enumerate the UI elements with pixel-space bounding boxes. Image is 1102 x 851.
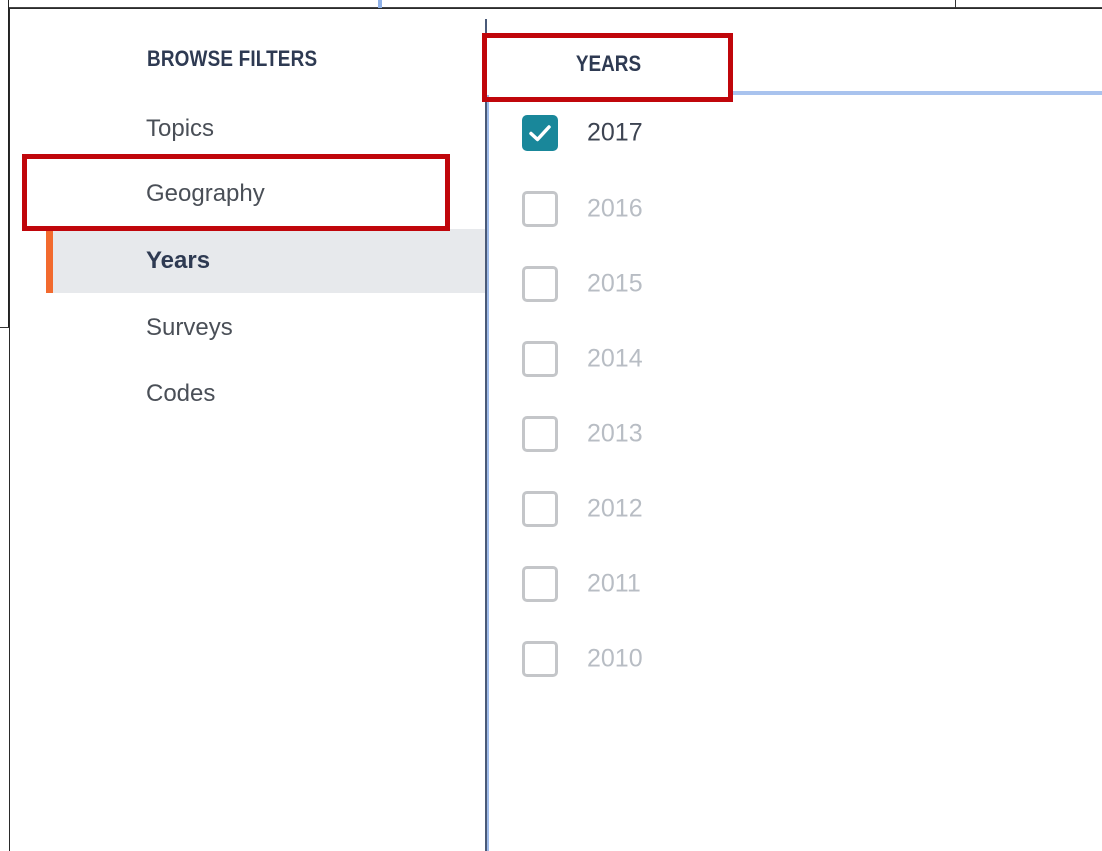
year-option-2010[interactable]: 2010 xyxy=(522,635,822,683)
year-option-2015[interactable]: 2015 xyxy=(522,260,822,308)
content-header: YEARS xyxy=(487,9,1102,95)
year-checkbox[interactable] xyxy=(522,341,558,377)
sidebar-item-label: Geography xyxy=(146,180,265,207)
year-label: 2017 xyxy=(587,118,643,147)
year-option-2016[interactable]: 2016 xyxy=(522,185,822,233)
year-label: 2013 xyxy=(587,419,643,448)
year-option-2014[interactable]: 2014 xyxy=(522,335,822,383)
sidebar-item-label: Surveys xyxy=(146,314,233,341)
background-window-divider xyxy=(0,327,9,328)
year-checkbox[interactable] xyxy=(522,115,558,151)
year-label: 2010 xyxy=(587,644,643,673)
year-label: 2011 xyxy=(587,569,641,598)
content-left-border xyxy=(487,95,489,851)
background-window-top xyxy=(0,0,1102,8)
tab-years[interactable]: YEARS xyxy=(487,35,730,93)
year-checkbox[interactable] xyxy=(522,566,558,602)
year-option-2013[interactable]: 2013 xyxy=(522,410,822,458)
sidebar-item-surveys[interactable]: Surveys xyxy=(46,296,487,360)
year-checkbox[interactable] xyxy=(522,416,558,452)
year-option-2012[interactable]: 2012 xyxy=(522,485,822,533)
background-window-left xyxy=(0,0,9,328)
sidebar-item-geography[interactable]: Geography xyxy=(46,162,487,226)
sidebar-item-label: Topics xyxy=(146,115,215,142)
sidebar-item-years[interactable]: Years xyxy=(46,229,487,293)
year-checkbox[interactable] xyxy=(522,491,558,527)
year-option-2017[interactable]: 2017 xyxy=(522,109,822,157)
background-blue-mark xyxy=(378,0,382,8)
sidebar-item-topics[interactable]: Topics xyxy=(46,97,487,161)
active-indicator xyxy=(46,229,53,293)
screenshot-stage: BROWSE FILTERS Topics Geography Years Su… xyxy=(0,0,1102,851)
year-checkbox[interactable] xyxy=(522,641,558,677)
year-label: 2016 xyxy=(587,194,643,223)
year-label: 2015 xyxy=(587,269,643,298)
sidebar-item-label: Years xyxy=(146,247,211,274)
year-checkbox[interactable] xyxy=(522,266,558,302)
filter-sidebar: BROWSE FILTERS Topics Geography Years Su… xyxy=(10,9,487,851)
tab-label: YEARS xyxy=(575,51,642,76)
browse-filters-panel: BROWSE FILTERS Topics Geography Years Su… xyxy=(9,8,1102,851)
year-checkbox[interactable] xyxy=(522,191,558,227)
year-label: 2014 xyxy=(587,344,643,373)
sidebar-item-label: Codes xyxy=(146,380,216,407)
check-icon xyxy=(529,125,551,142)
year-option-2011[interactable]: 2011 xyxy=(522,560,822,608)
year-label: 2012 xyxy=(587,494,643,523)
sidebar-item-codes[interactable]: Codes xyxy=(46,362,487,426)
years-filter-content: YEARS 2017 2016 2015 2014 2013 2012 2011… xyxy=(487,9,1102,851)
sidebar-title: BROWSE FILTERS xyxy=(147,46,318,71)
tab-underline xyxy=(730,91,1102,95)
